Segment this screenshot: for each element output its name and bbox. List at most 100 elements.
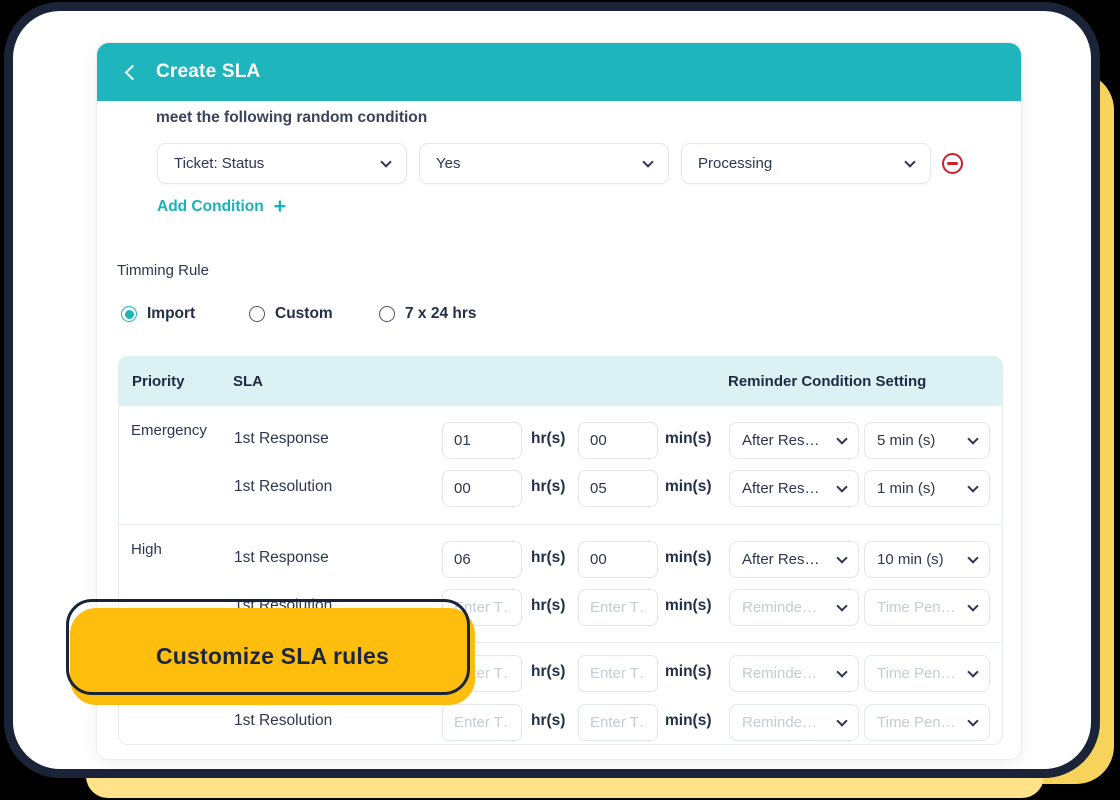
reminder-condition-select[interactable]: Reminde… <box>729 589 859 626</box>
table-row: 1st Response hr(s) min(s) After Res… 5 m… <box>119 416 1002 464</box>
placeholder-value: Time Pen… <box>877 714 956 731</box>
condition-operator-select[interactable]: Yes <box>419 143 669 184</box>
back-icon[interactable] <box>125 64 141 80</box>
radio-custom[interactable]: Custom <box>249 305 333 323</box>
remove-condition-icon[interactable] <box>942 153 963 174</box>
minutes-input[interactable] <box>578 704 658 741</box>
hours-input[interactable] <box>442 541 522 578</box>
selected-value: After Res… <box>742 480 820 497</box>
add-condition-button[interactable]: Add Condition + <box>157 198 286 216</box>
sla-type-label: 1st Response <box>234 549 329 567</box>
selected-value: After Res… <box>742 432 820 449</box>
chevron-down-icon <box>904 156 915 167</box>
condition-value-select[interactable]: Processing <box>681 143 931 184</box>
table-row: 1st Response hr(s) min(s) After Res… 10 … <box>119 535 1002 583</box>
reminder-condition-select[interactable]: Reminde… <box>729 655 859 692</box>
placeholder-value: Time Pen… <box>877 665 956 682</box>
hr-suffix-label: hr(s) <box>531 549 565 567</box>
callout-label: Customize SLA rules <box>156 643 389 670</box>
hr-suffix-label: hr(s) <box>531 712 565 730</box>
chevron-down-icon <box>967 666 978 677</box>
reminder-condition-select[interactable]: Reminde… <box>729 704 859 741</box>
reminder-condition-select[interactable]: After Res… <box>729 422 859 459</box>
customize-sla-callout[interactable]: Customize SLA rules <box>70 608 475 705</box>
minutes-input[interactable] <box>578 422 658 459</box>
hr-suffix-label: hr(s) <box>531 663 565 681</box>
timing-options: Import Custom 7 x 24 hrs <box>97 305 1021 327</box>
chevron-down-icon <box>967 433 978 444</box>
placeholder-value: Reminde… <box>742 599 817 616</box>
timing-rule-label: Timming Rule <box>117 262 209 279</box>
table-row: 1st Resolution hr(s) min(s) After Res… 1… <box>119 464 1002 512</box>
col-header-reminder: Reminder Condition Setting <box>728 373 926 390</box>
radio-selected-icon[interactable] <box>121 306 137 322</box>
priority-section-emergency: Emergency 1st Response hr(s) min(s) Afte… <box>119 406 1002 524</box>
chevron-down-icon <box>967 552 978 563</box>
chevron-down-icon <box>967 715 978 726</box>
minutes-input[interactable] <box>578 470 658 507</box>
hours-input[interactable] <box>442 704 522 741</box>
page-title: Create SLA <box>156 61 260 83</box>
placeholder-value: Reminde… <box>742 665 817 682</box>
placeholder-value: Time Pen… <box>877 599 956 616</box>
chevron-down-icon <box>380 156 391 167</box>
chevron-down-icon <box>967 600 978 611</box>
sla-type-label: 1st Resolution <box>234 712 332 730</box>
chevron-down-icon <box>836 666 847 677</box>
selected-value: After Res… <box>742 551 820 568</box>
reminder-time-select[interactable]: Time Pen… <box>864 704 990 741</box>
chevron-down-icon <box>967 481 978 492</box>
selected-value: Ticket: Status <box>174 155 264 172</box>
chevron-down-icon <box>836 552 847 563</box>
reminder-condition-select[interactable]: After Res… <box>729 541 859 578</box>
chevron-down-icon <box>836 481 847 492</box>
hr-suffix-label: hr(s) <box>531 478 565 496</box>
radio-label: Import <box>147 305 195 323</box>
radio-label: 7 x 24 hrs <box>405 305 477 323</box>
radio-label: Custom <box>275 305 333 323</box>
sla-type-label: 1st Resolution <box>234 478 332 496</box>
minutes-input[interactable] <box>578 589 658 626</box>
chevron-down-icon <box>642 156 653 167</box>
condition-field-select[interactable]: Ticket: Status <box>157 143 407 184</box>
hr-suffix-label: hr(s) <box>531 430 565 448</box>
min-suffix-label: min(s) <box>665 712 712 730</box>
hours-input[interactable] <box>442 422 522 459</box>
min-suffix-label: min(s) <box>665 549 712 567</box>
min-suffix-label: min(s) <box>665 430 712 448</box>
sla-type-label: 1st Response <box>234 430 329 448</box>
card-header: Create SLA <box>97 43 1021 101</box>
chevron-down-icon <box>836 600 847 611</box>
reminder-time-select[interactable]: 1 min (s) <box>864 470 990 507</box>
selected-value: 5 min (s) <box>877 432 935 449</box>
chevron-down-icon <box>836 715 847 726</box>
radio-icon[interactable] <box>249 306 265 322</box>
col-header-sla: SLA <box>233 373 263 390</box>
chevron-down-icon <box>836 433 847 444</box>
reminder-time-select[interactable]: Time Pen… <box>864 655 990 692</box>
reminder-time-select[interactable]: 5 min (s) <box>864 422 990 459</box>
radio-import[interactable]: Import <box>121 305 195 323</box>
add-condition-label: Add Condition <box>157 198 264 216</box>
col-header-priority: Priority <box>132 373 185 390</box>
condition-intro-text: meet the following random condition <box>156 109 427 127</box>
selected-value: 1 min (s) <box>877 480 935 497</box>
min-suffix-label: min(s) <box>665 663 712 681</box>
selected-value: Yes <box>436 155 460 172</box>
radio-7x24[interactable]: 7 x 24 hrs <box>379 305 477 323</box>
radio-icon[interactable] <box>379 306 395 322</box>
reminder-condition-select[interactable]: After Res… <box>729 470 859 507</box>
table-row: 1st Resolution hr(s) min(s) Reminde… Tim… <box>119 698 1002 746</box>
placeholder-value: Reminde… <box>742 714 817 731</box>
selected-value: Processing <box>698 155 772 172</box>
hours-input[interactable] <box>442 470 522 507</box>
selected-value: 10 min (s) <box>877 551 944 568</box>
min-suffix-label: min(s) <box>665 597 712 615</box>
min-suffix-label: min(s) <box>665 478 712 496</box>
reminder-time-select[interactable]: Time Pen… <box>864 589 990 626</box>
plus-icon: + <box>274 198 286 216</box>
table-header: Priority SLA Reminder Condition Setting <box>118 356 1003 406</box>
minutes-input[interactable] <box>578 541 658 578</box>
reminder-time-select[interactable]: 10 min (s) <box>864 541 990 578</box>
minutes-input[interactable] <box>578 655 658 692</box>
